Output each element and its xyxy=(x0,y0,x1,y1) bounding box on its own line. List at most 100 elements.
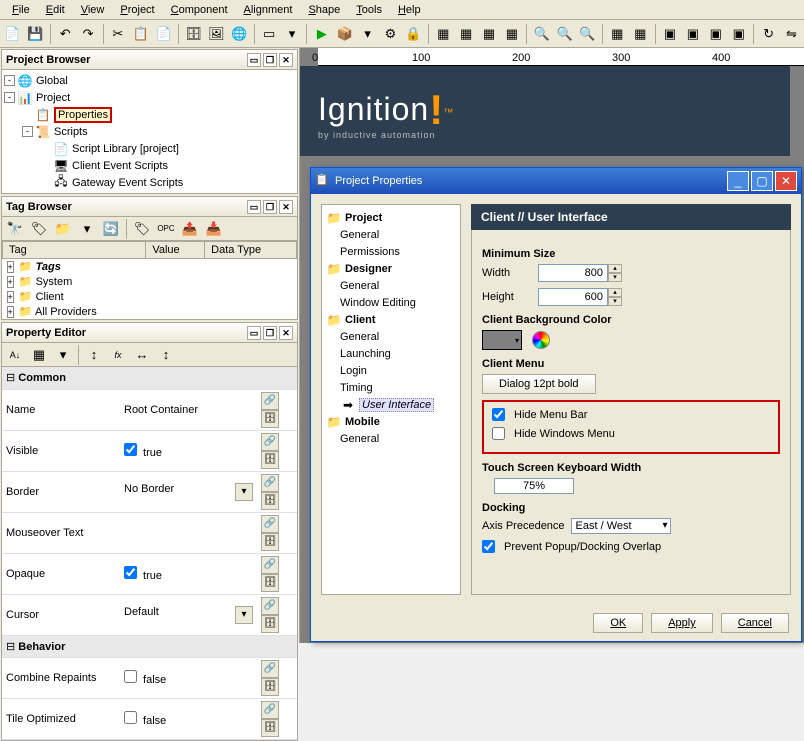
align-icon[interactable]: ▦ xyxy=(479,23,500,45)
grid-icon[interactable]: ▦ xyxy=(630,23,651,45)
nav-item[interactable]: 📁Designer xyxy=(326,260,456,277)
import-icon[interactable]: 📥 xyxy=(203,218,225,240)
panel-close-icon[interactable]: ✕ xyxy=(279,53,293,67)
grid-icon[interactable]: ▦ xyxy=(607,23,628,45)
chevron-down-icon[interactable]: ▾ xyxy=(235,606,253,624)
nav-item[interactable]: Window Editing xyxy=(326,294,456,311)
flip-icon[interactable]: ⇋ xyxy=(781,23,802,45)
preview-icon[interactable]: 🖼 xyxy=(206,23,227,45)
font-button[interactable]: Dialog 12pt bold xyxy=(482,374,596,394)
tree-item[interactable]: -🌐Global xyxy=(4,72,295,89)
panel-close-icon[interactable]: ✕ xyxy=(279,200,293,214)
chevron-down-icon[interactable]: ▾ xyxy=(235,483,253,501)
expand-icon[interactable]: ↕ xyxy=(83,344,105,366)
bind-icon[interactable]: 🔗 xyxy=(261,660,279,678)
tag-row[interactable]: + 📁 Tags xyxy=(3,259,297,275)
height-input[interactable] xyxy=(538,288,608,306)
panel-max-icon[interactable]: ❐ xyxy=(263,53,277,67)
spin-down-icon[interactable]: ▾ xyxy=(608,273,622,282)
chevron-down-icon[interactable]: ▾ xyxy=(282,23,303,45)
menu-project[interactable]: Project xyxy=(112,2,162,17)
menu-file[interactable]: File xyxy=(4,2,38,17)
db-icon[interactable]: 🗄 xyxy=(261,492,279,510)
bind-icon[interactable]: 🔗 xyxy=(261,433,279,451)
dialog-nav-tree[interactable]: 📁ProjectGeneralPermissions📁DesignerGener… xyxy=(321,204,461,595)
apply-button[interactable]: Apply xyxy=(651,613,713,633)
db-icon[interactable]: 🗄 xyxy=(261,533,279,551)
cut-icon[interactable]: ✂ xyxy=(107,23,128,45)
tag-icon[interactable]: 🏷 xyxy=(28,218,50,240)
tree-toggle-icon[interactable]: + xyxy=(7,306,14,318)
panel-pin-icon[interactable]: ▭ xyxy=(247,326,261,340)
tag-row[interactable]: + 📁 Client xyxy=(3,289,297,304)
export-icon[interactable]: 📤 xyxy=(179,218,201,240)
save-icon[interactable]: 💾 xyxy=(25,23,46,45)
db-icon[interactable]: 🗄 xyxy=(261,574,279,592)
axis-select[interactable]: East / West xyxy=(571,518,671,534)
tree-item[interactable]: 🖥Client Event Scripts xyxy=(4,157,295,174)
color-swatch[interactable]: ▾ xyxy=(482,330,522,350)
folder-icon[interactable]: 📁 xyxy=(52,218,74,240)
layer-icon[interactable]: ▣ xyxy=(682,23,703,45)
prevent-overlap-checkbox[interactable] xyxy=(482,540,495,553)
chevron-down-icon[interactable]: ▾ xyxy=(76,218,98,240)
nav-item[interactable]: Launching xyxy=(326,345,456,362)
spin-up-icon[interactable]: ▴ xyxy=(608,264,622,273)
nav-item[interactable]: 📁Client xyxy=(326,311,456,328)
align-icon[interactable]: ▦ xyxy=(433,23,454,45)
tree-item[interactable]: 📋Properties xyxy=(4,106,295,123)
hide-menubar-checkbox[interactable] xyxy=(492,408,505,421)
window-icon[interactable]: ▭ xyxy=(259,23,280,45)
az-icon[interactable]: A↓ xyxy=(4,344,26,366)
bind-icon[interactable]: 🔗 xyxy=(261,392,279,410)
bind-icon[interactable]: 🔗 xyxy=(261,515,279,533)
tree-item[interactable]: 📄Script Library [project] xyxy=(4,140,295,157)
prop-group-header[interactable]: Common xyxy=(2,367,297,389)
prop-value[interactable]: Root Container xyxy=(124,404,198,416)
copy-icon[interactable]: 📋 xyxy=(130,23,151,45)
prop-checkbox[interactable] xyxy=(124,443,137,456)
publish-icon[interactable]: 🌐 xyxy=(229,23,250,45)
tree-toggle-icon[interactable]: - xyxy=(22,126,33,137)
tree-toggle-icon[interactable]: + xyxy=(7,291,14,303)
fx-icon[interactable]: fx xyxy=(107,344,129,366)
column-header[interactable]: Tag xyxy=(3,242,146,259)
align-icon[interactable]: ▦ xyxy=(456,23,477,45)
prop-checkbox[interactable] xyxy=(124,711,137,724)
zoom-in-icon[interactable]: 🔍 xyxy=(531,23,552,45)
menu-help[interactable]: Help xyxy=(390,2,429,17)
tree-toggle-icon[interactable]: + xyxy=(7,276,14,288)
module-icon[interactable]: 📦 xyxy=(334,23,355,45)
width-spinner[interactable]: ▴▾ xyxy=(538,264,622,282)
binoculars-icon[interactable]: 🔭 xyxy=(4,218,26,240)
column-header[interactable]: Data Type xyxy=(205,242,297,259)
panel-pin-icon[interactable]: ▭ xyxy=(247,53,261,67)
db-icon[interactable]: 🗄 xyxy=(261,678,279,696)
panel-max-icon[interactable]: ❐ xyxy=(263,326,277,340)
menu-tools[interactable]: Tools xyxy=(348,2,390,17)
layer-icon[interactable]: ▣ xyxy=(728,23,749,45)
undo-icon[interactable]: ↶ xyxy=(55,23,76,45)
filter-icon[interactable]: ▦ xyxy=(28,344,50,366)
nav-item[interactable]: ➡User Interface xyxy=(326,396,456,413)
nav-item[interactable]: 📁Project xyxy=(326,209,456,226)
menu-edit[interactable]: Edit xyxy=(38,2,73,17)
zoom-fit-icon[interactable]: 🔍 xyxy=(577,23,598,45)
tree-item[interactable]: -📜Scripts xyxy=(4,123,295,140)
opc-icon[interactable]: OPC xyxy=(155,218,177,240)
close-button[interactable]: ✕ xyxy=(775,171,797,191)
spin-up-icon[interactable]: ▴ xyxy=(608,288,622,297)
nav-item[interactable]: Login xyxy=(326,362,456,379)
tree-toggle-icon[interactable]: + xyxy=(7,261,14,273)
bind-icon[interactable]: 🔗 xyxy=(261,474,279,492)
nav-item[interactable]: 📁Mobile xyxy=(326,413,456,430)
hide-windows-checkbox[interactable] xyxy=(492,427,505,440)
align-icon[interactable]: ▦ xyxy=(501,23,522,45)
lock-icon[interactable]: 🔒 xyxy=(403,23,424,45)
panel-close-icon[interactable]: ✕ xyxy=(279,326,293,340)
panel-pin-icon[interactable]: ▭ xyxy=(247,200,261,214)
nav-item[interactable]: Permissions xyxy=(326,243,456,260)
bind-icon[interactable]: 🔗 xyxy=(261,597,279,615)
minimize-button[interactable]: _ xyxy=(727,171,749,191)
height-spinner[interactable]: ▴▾ xyxy=(538,288,622,306)
